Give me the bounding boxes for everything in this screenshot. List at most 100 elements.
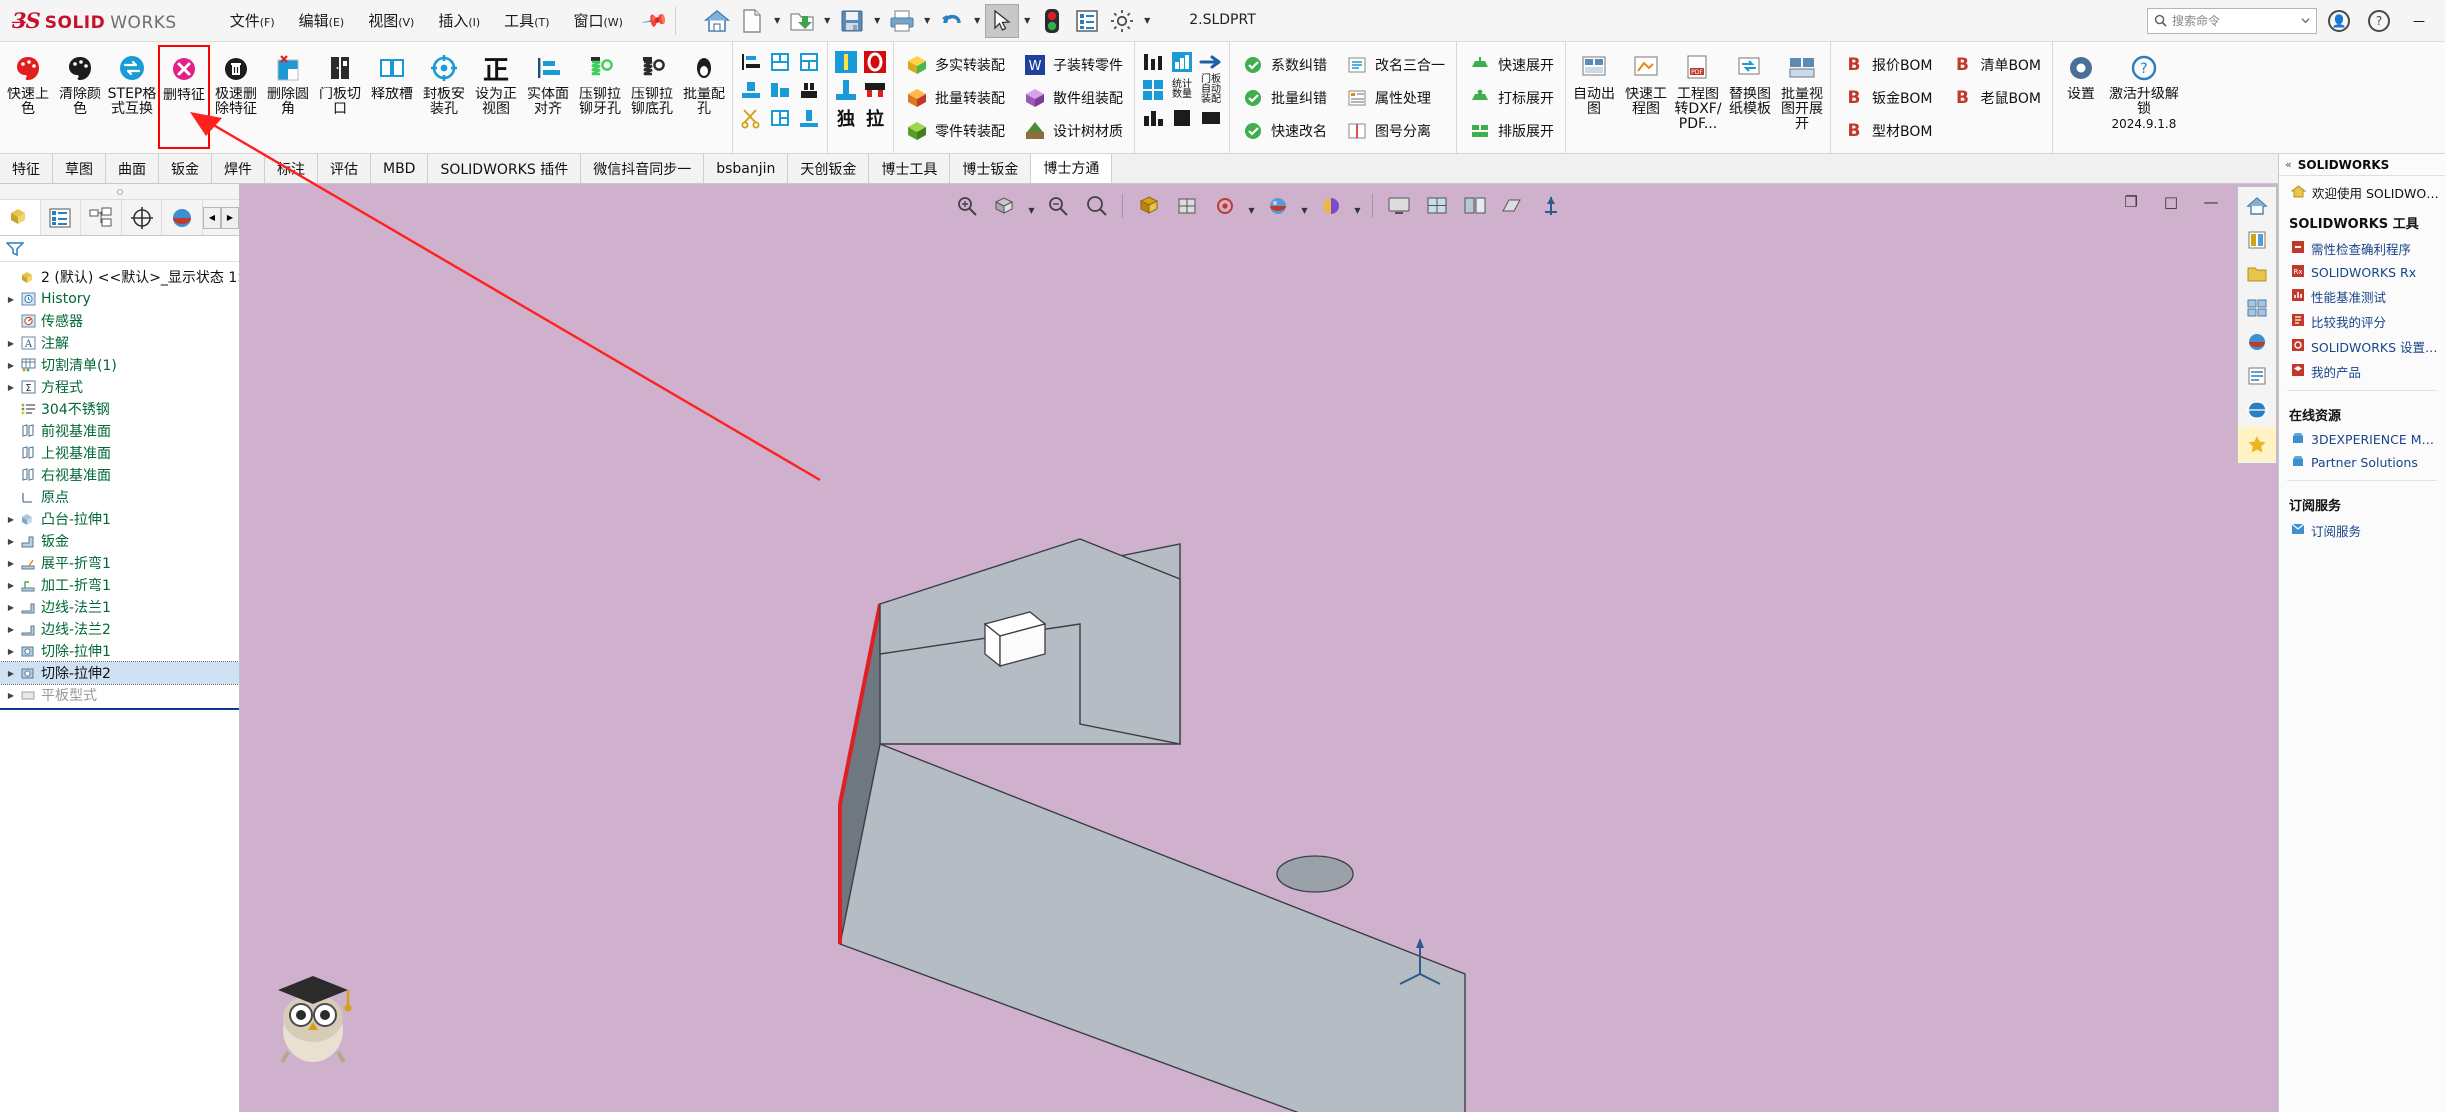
ribbon-item-part-to-assembly[interactable]: 零件转装配	[900, 116, 1010, 146]
ribbon-button-relief-slot[interactable]: 释放槽	[366, 45, 418, 149]
task-pane-row-benchmark[interactable]: 性能基准测试	[2279, 284, 2445, 309]
tree-item-edge-flange1[interactable]: ▶ 边线-法兰1	[0, 596, 239, 618]
ribbon-item-mouse-bom[interactable]: B 老鼠BOM	[1945, 83, 2045, 113]
panel-tab-left-arrow[interactable]: ◀	[203, 206, 221, 229]
align-left-icon[interactable]	[738, 49, 764, 75]
bar-black-icon[interactable]	[1140, 49, 1166, 75]
tab-boshi-tools[interactable]: 博士工具	[869, 154, 951, 183]
ribbon-button-quick-color[interactable]: 快速上色	[2, 45, 54, 149]
door-count-icon[interactable]: 门板 自动装配	[1198, 75, 1224, 105]
square-black-icon[interactable]	[1198, 105, 1224, 131]
task-pane-row-compare[interactable]: 比较我的评分	[2279, 309, 2445, 334]
tab-annotation[interactable]: 标注	[265, 154, 318, 183]
stack-red-icon[interactable]	[796, 77, 822, 103]
open-folder-icon[interactable]	[785, 4, 819, 38]
ribbon-item-quick-unfold[interactable]: 快速展开	[1463, 50, 1559, 80]
select-arrow-icon[interactable]	[985, 3, 1020, 38]
ribbon-item-quick-rename[interactable]: 快速改名	[1236, 116, 1332, 146]
ribbon-item-mark-unfold[interactable]: 打标展开	[1463, 83, 1559, 113]
task-file-explorer-icon[interactable]	[2238, 257, 2276, 291]
menu-item-tools[interactable]: 工具(T)	[493, 5, 560, 36]
tree-item-cut-extrude2[interactable]: ▶ 切除-拉伸2	[0, 661, 239, 685]
tab-weldments[interactable]: 焊件	[212, 154, 265, 183]
print-icon[interactable]	[885, 4, 919, 38]
ribbon-button-activation[interactable]: ? 激活升级解锁 2024.9.1.8	[2107, 45, 2181, 149]
menu-item-insert[interactable]: 插入(I)	[427, 5, 491, 36]
tree-root-item[interactable]: 2 (默认) <<默认>_显示状态 1>	[0, 266, 239, 288]
chevron-right-icon[interactable]: ▶	[4, 625, 18, 634]
options-chevron-down-icon[interactable]: ▼	[1140, 4, 1154, 38]
tab-bsbanjin[interactable]: bsbanjin	[704, 154, 789, 183]
tab-features[interactable]: 特征	[0, 154, 53, 183]
tab-boshi-sheetmetal[interactable]: 博士钣金	[950, 154, 1032, 183]
ribbon-item-tree-material[interactable]: 设计树材质	[1018, 116, 1128, 146]
tab-boshi-fangtong[interactable]: 博士方通	[1031, 154, 1113, 183]
ribbon-item-drawing-split[interactable]: 图号分离	[1340, 116, 1450, 146]
property-manager-tab[interactable]	[41, 200, 82, 235]
chevron-right-icon[interactable]: ▶	[4, 559, 18, 568]
tree-item-annotations[interactable]: ▶ A 注解	[0, 332, 239, 354]
task-custom-props-icon[interactable]	[2238, 359, 2276, 393]
save-chevron-down-icon[interactable]: ▼	[870, 4, 884, 38]
ribbon-button-auto-drawing[interactable]: 自动出图	[1568, 45, 1620, 149]
bracket-black-icon[interactable]	[862, 77, 888, 103]
chart-blue-icon[interactable]	[1169, 49, 1195, 75]
tree-item-flatten-bend1[interactable]: ▶ 展平-折弯1	[0, 552, 239, 574]
tab-evaluate[interactable]: 评估	[318, 154, 371, 183]
tree-item-material[interactable]: 304不锈钢	[0, 398, 239, 420]
task-pane-row-partner-solutions[interactable]: Partner Solutions	[2279, 451, 2445, 474]
tree-item-equations[interactable]: ▶ Σ 方程式	[0, 376, 239, 398]
model-3d-view[interactable]	[240, 184, 2278, 1112]
task-view-palette-icon[interactable]	[2238, 291, 2276, 325]
tree-item-sensors[interactable]: 传感器	[0, 310, 239, 332]
tab-surfaces[interactable]: 曲面	[106, 154, 159, 183]
scissors-icon[interactable]	[738, 105, 764, 131]
ribbon-item-coef-fix[interactable]: 系数纠错	[1236, 50, 1332, 80]
tab-sketch[interactable]: 草图	[53, 154, 106, 183]
tree-item-sheetmetal[interactable]: ▶ 钣金	[0, 530, 239, 552]
open-chevron-down-icon[interactable]: ▼	[820, 4, 834, 38]
task-home-icon[interactable]	[2238, 189, 2276, 223]
select-chevron-down-icon[interactable]: ▼	[1020, 4, 1034, 38]
ribbon-item-multi-to-assembly[interactable]: 多实转装配	[900, 50, 1010, 80]
stack-blue-icon[interactable]	[767, 77, 793, 103]
tree-filter-bar[interactable]	[0, 236, 239, 262]
panel-black-icon[interactable]	[796, 105, 822, 131]
task-pane-row-my-products[interactable]: 我的产品	[2279, 359, 2445, 384]
chevron-right-icon[interactable]: ▶	[4, 691, 18, 700]
task-design-library-icon[interactable]	[2238, 223, 2276, 257]
task-favorites-icon[interactable]	[2238, 427, 2276, 461]
tab-tianchuang-sheetmetal[interactable]: 天创钣金	[788, 154, 870, 183]
task-pane-row-reliability[interactable]: 需性检查确利程序	[2279, 236, 2445, 261]
tree-item-process-bend1[interactable]: ▶ 加工-折弯1	[0, 574, 239, 596]
configuration-manager-tab[interactable]	[81, 200, 122, 235]
arrow-right-blue-icon[interactable]	[1198, 49, 1224, 75]
ribbon-button-set-front-view[interactable]: 正 设为正视图	[470, 45, 522, 149]
dimxpert-manager-tab[interactable]	[122, 200, 163, 235]
tree-item-edge-flange2[interactable]: ▶ 边线-法兰2	[0, 618, 239, 640]
user-account-icon[interactable]: 👤	[2321, 3, 2357, 39]
chevron-right-icon[interactable]: ▶	[4, 581, 18, 590]
panel-grip[interactable]	[0, 184, 239, 200]
chevron-right-icon[interactable]: ▶	[4, 295, 18, 304]
ribbon-item-sub-to-part[interactable]: W 子装转零件	[1018, 50, 1128, 80]
single-du-icon[interactable]: 独	[833, 105, 859, 131]
ribbon-item-list-bom[interactable]: B 清单BOM	[1945, 50, 2045, 80]
ribbon-button-remove-fillet[interactable]: 删除圆角	[262, 45, 314, 149]
du-black-icon[interactable]	[1169, 105, 1195, 131]
tree-item-cutlist[interactable]: ▶ 切割清单(1)	[0, 354, 239, 376]
ribbon-item-profile-bom[interactable]: B 型材BOM	[1837, 116, 1937, 146]
pushpin-icon[interactable]: 📌	[640, 6, 669, 35]
ribbon-button-quick-drawing[interactable]: 快速工程图	[1620, 45, 1672, 149]
tab-mbd[interactable]: MBD	[371, 154, 429, 183]
panel-tab-right-arrow[interactable]: ▶	[221, 206, 239, 229]
undo-icon[interactable]	[935, 4, 969, 38]
task-3d-content-icon[interactable]	[2238, 393, 2276, 427]
o-ring-red-icon[interactable]	[862, 49, 888, 75]
graphics-area[interactable]: ▼ ▼ ▼ ▼ ❐ □ — ✕	[240, 184, 2278, 1112]
new-document-icon[interactable]	[735, 4, 769, 38]
ribbon-button-delete-feature[interactable]: 删特征	[158, 45, 210, 149]
options-gear-icon[interactable]	[1105, 4, 1139, 38]
ribbon-button-dxf-pdf[interactable]: PDF 工程图转DXF/PDF...	[1672, 45, 1724, 149]
ribbon-button-rivet-base-hole[interactable]: 压铆拉铆底孔	[626, 45, 678, 149]
